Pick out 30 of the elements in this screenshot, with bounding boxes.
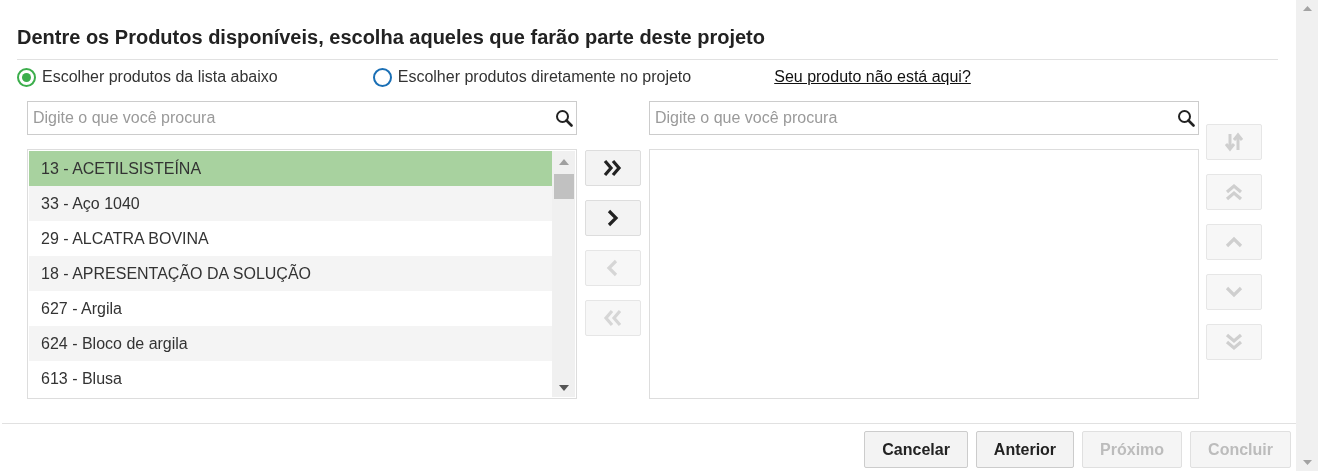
double-chevron-up-icon	[1223, 181, 1245, 203]
scrollbar[interactable]	[1296, 0, 1318, 471]
scroll-thumb[interactable]	[553, 174, 574, 199]
search-icon	[555, 109, 573, 127]
list-item[interactable]: 33 - Aço 1040	[29, 186, 552, 221]
radio-button[interactable]	[372, 67, 392, 87]
radio-button[interactable]	[17, 67, 36, 87]
radio-option[interactable]: Escolher produtos da lista abaixo	[17, 67, 278, 87]
help-link[interactable]: Seu produto não está aqui?	[774, 68, 971, 86]
list-item[interactable]: 624 - Bloco de argila	[29, 326, 552, 361]
list-item[interactable]: 13 - ACETILSISTEÍNA	[29, 151, 552, 186]
scroll-up-icon[interactable]	[1302, 6, 1312, 11]
page-title: Dentre os Produtos disponíveis, escolha aqueles que farão parte deste projeto	[17, 25, 766, 49]
double-chevron-down-icon	[1223, 331, 1245, 353]
list-item[interactable]: 18 - APRESENTAÇÃO DA SOLUÇÃO	[29, 256, 552, 291]
double-chevron-left-icon	[602, 307, 624, 329]
search-icon	[1177, 109, 1195, 127]
double-chevron-right-icon	[602, 157, 624, 179]
search-field[interactable]: Digite o que você procura	[27, 101, 577, 135]
scrollbar[interactable]	[552, 151, 575, 397]
sort-arrows-icon	[1223, 131, 1245, 153]
footer-button[interactable]: Anterior	[975, 431, 1075, 468]
search-field[interactable]: Digite o que você procura	[649, 101, 1199, 135]
transfer-button[interactable]	[585, 200, 641, 236]
footer-button[interactable]: Cancelar	[864, 431, 968, 468]
transfer-button[interactable]	[585, 150, 641, 186]
radio-option[interactable]: Escolher produtos diretamente no projeto	[372, 67, 692, 87]
scroll-down-icon[interactable]	[1302, 460, 1312, 465]
scroll-down-icon	[558, 385, 569, 391]
scroll-up-icon	[558, 159, 569, 165]
